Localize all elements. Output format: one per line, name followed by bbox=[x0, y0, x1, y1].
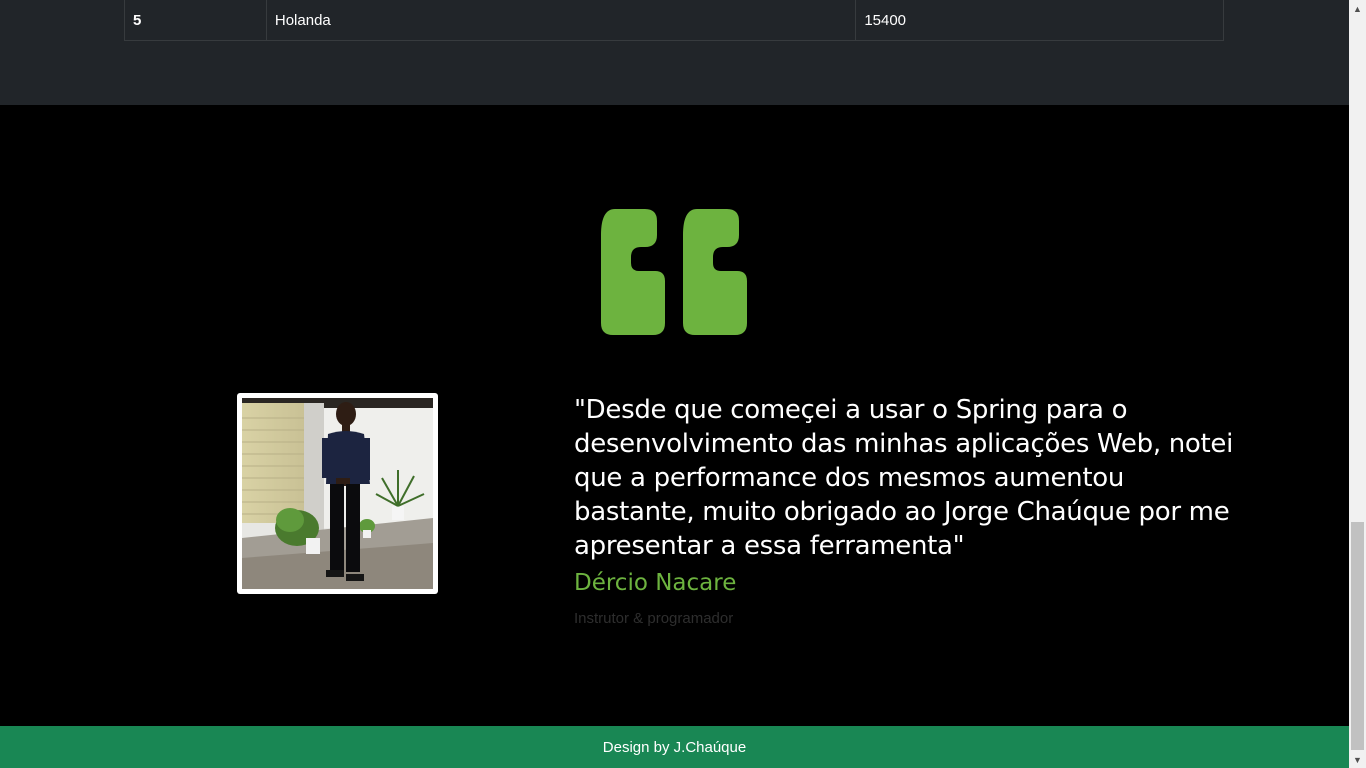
author-name: Dércio Nacare bbox=[574, 570, 737, 596]
row-country-cell: Holanda bbox=[265, 0, 857, 41]
testimonial-section: "Desde que começei a usar o Spring para … bbox=[0, 105, 1349, 726]
table-section: 5 Holanda 15400 bbox=[0, 0, 1349, 105]
author-photo bbox=[242, 398, 433, 589]
table-row: 5 Holanda 15400 bbox=[124, 0, 1224, 41]
scrollbar-thumb[interactable] bbox=[1351, 522, 1364, 750]
quote-left-icon bbox=[601, 209, 747, 335]
chevron-down-icon[interactable]: ▼ bbox=[1349, 751, 1366, 768]
footer-credit: Design by J.Chaúque bbox=[602, 738, 747, 756]
testimonial-quote: "Desde que começei a usar o Spring para … bbox=[574, 395, 1234, 561]
footer: Design by J.Chaúque bbox=[0, 726, 1349, 768]
author-role: Instrutor & programador bbox=[574, 610, 734, 627]
row-value-cell: 15400 bbox=[855, 0, 1224, 41]
author-photo-frame bbox=[237, 393, 438, 594]
page: 5 Holanda 15400 "Desde que começei a usa… bbox=[0, 0, 1349, 768]
vertical-scrollbar[interactable]: ▲ ▼ bbox=[1349, 0, 1366, 768]
chevron-up-icon[interactable]: ▲ bbox=[1349, 0, 1366, 17]
row-number-cell: 5 bbox=[124, 0, 267, 41]
data-table: 5 Holanda 15400 bbox=[124, 0, 1224, 41]
